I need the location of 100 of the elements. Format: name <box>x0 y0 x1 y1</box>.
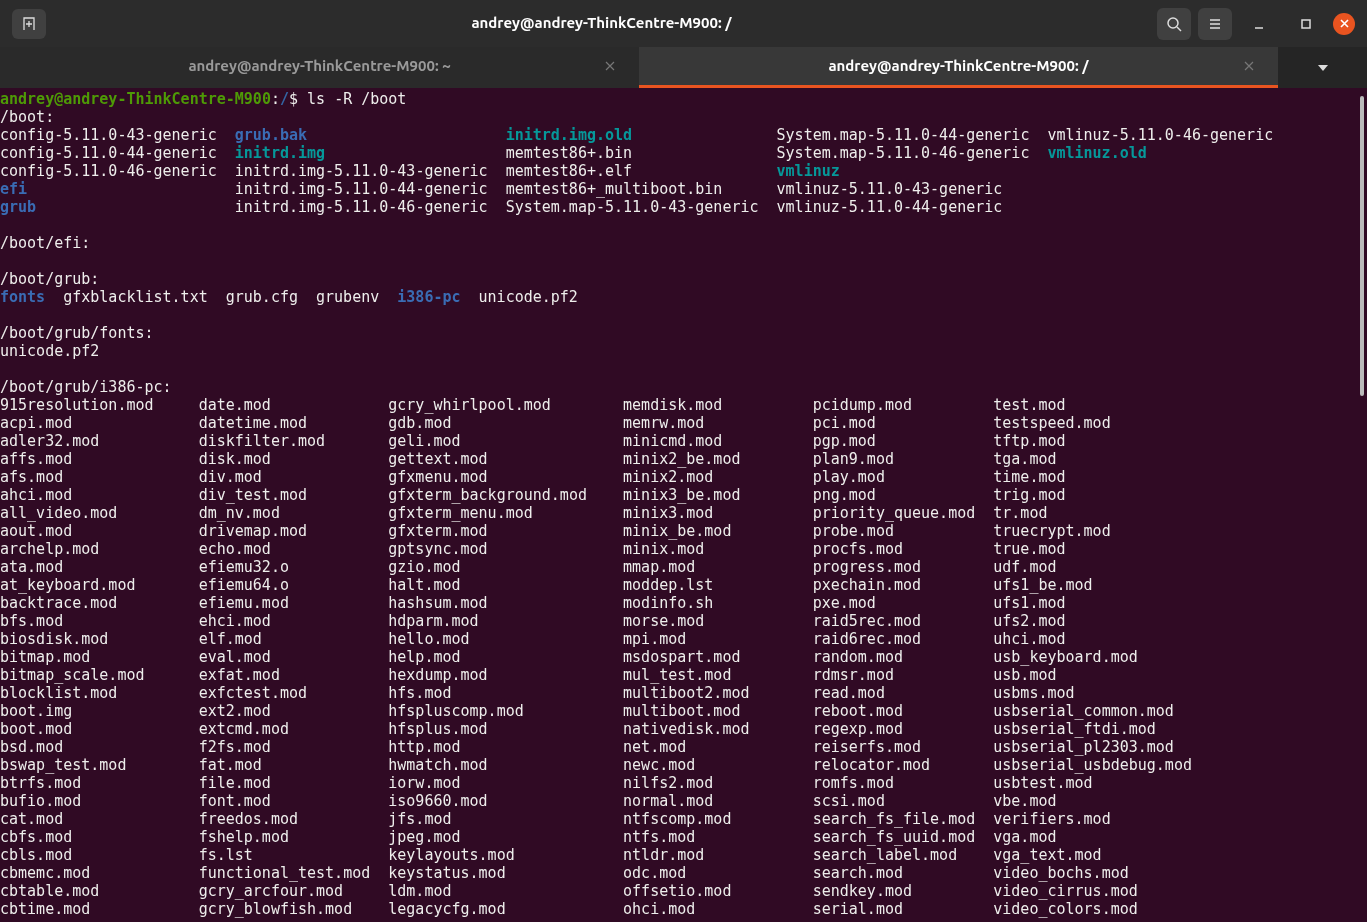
file-name: newc.mod <box>623 756 696 774</box>
output-line: /boot/grub: <box>0 270 100 288</box>
file-name: ufs1.mod <box>993 594 1066 612</box>
file-name: div.mod <box>198 468 262 486</box>
file-name: div_test.mod <box>198 486 308 504</box>
file-name: drivemap.mod <box>198 522 308 540</box>
directory-name: efi <box>0 180 28 198</box>
file-name: extcmd.mod <box>198 720 289 738</box>
link-name: initrd.img <box>234 144 326 162</box>
file-name: gcry_blowfish.mod <box>198 900 353 918</box>
file-name: adler32.mod <box>0 432 100 450</box>
file-name: keylayouts.mod <box>388 846 515 864</box>
file-name: gfxterm_menu.mod <box>388 504 533 522</box>
file-name: exfctest.mod <box>198 684 308 702</box>
file-name: fshelp.mod <box>198 828 289 846</box>
file-name: keystatus.mod <box>388 864 506 882</box>
file-name: functional_test.mod <box>198 864 371 882</box>
link-name: vmlinuz <box>776 162 840 180</box>
file-name: probe.mod <box>812 522 894 540</box>
output-line: /boot/grub/fonts: <box>0 324 154 342</box>
file-name: gdb.mod <box>388 414 452 432</box>
file-name: mul_test.mod <box>623 666 732 684</box>
file-name: memtest86+.bin <box>505 144 633 162</box>
file-name: afs.mod <box>0 468 64 486</box>
file-name: gfxmenu.mod <box>388 468 488 486</box>
file-name: search_fs_file.mod <box>812 810 976 828</box>
file-name: multiboot2.mod <box>623 684 750 702</box>
file-name: grub.cfg <box>225 288 298 306</box>
file-name: bitmap_scale.mod <box>0 666 145 684</box>
file-name: play.mod <box>812 468 885 486</box>
file-name: minix2.mod <box>623 468 714 486</box>
file-name: jpeg.mod <box>388 828 461 846</box>
file-name: usbserial_pl2303.mod <box>993 738 1174 756</box>
file-name: biosdisk.mod <box>0 630 109 648</box>
file-name: uhci.mod <box>993 630 1066 648</box>
terminal-tab[interactable]: andrey@andrey-ThinkCentre-M900: / <box>639 47 1278 88</box>
file-name: plan9.mod <box>812 450 894 468</box>
file-name: dm_nv.mod <box>198 504 280 522</box>
file-name: System.map-5.11.0-44-generic <box>776 126 1030 144</box>
search-button[interactable] <box>1157 7 1191 40</box>
file-name: legacycfg.mod <box>388 900 506 918</box>
menu-icon <box>1208 17 1222 30</box>
file-name: hashsum.mod <box>388 594 488 612</box>
file-name: ntldr.mod <box>623 846 705 864</box>
terminal-tab[interactable]: andrey@andrey-ThinkCentre-M900: ~ <box>0 47 639 88</box>
file-name: odc.mod <box>623 864 687 882</box>
file-name: cbls.mod <box>0 846 73 864</box>
file-name: gcry_whirlpool.mod <box>388 396 551 414</box>
file-name: udf.mod <box>993 558 1057 576</box>
file-name: gfxterm_background.mod <box>388 486 587 504</box>
file-name: usbms.mod <box>993 684 1075 702</box>
file-name: random.mod <box>812 648 903 666</box>
file-name: search_label.mod <box>812 846 958 864</box>
file-name: ldm.mod <box>388 882 452 900</box>
dropdown-icon[interactable] <box>1316 63 1329 72</box>
scrollbar-thumb[interactable] <box>1360 96 1364 396</box>
file-name: bufio.mod <box>0 792 82 810</box>
file-name: System.map-5.11.0-46-generic <box>776 144 1030 162</box>
file-name: archelp.mod <box>0 540 100 558</box>
file-name: usbserial_ftdi.mod <box>993 720 1156 738</box>
file-name: normal.mod <box>623 792 714 810</box>
file-name: verifiers.mod <box>993 810 1111 828</box>
file-name: search.mod <box>812 864 903 882</box>
file-name: relocator.mod <box>812 756 931 774</box>
file-name: minix.mod <box>623 540 705 558</box>
file-name: backtrace.mod <box>0 594 118 612</box>
file-name: nativedisk.mod <box>623 720 750 738</box>
file-name: fs.lst <box>198 846 253 864</box>
file-name: minicmd.mod <box>623 432 723 450</box>
menu-button[interactable] <box>1198 7 1232 40</box>
file-name: priority_queue.mod <box>812 504 976 522</box>
file-name: romfs.mod <box>812 774 894 792</box>
search-icon <box>1166 15 1182 32</box>
file-name: acpi.mod <box>0 414 73 432</box>
file-name: memtest86+.elf <box>505 162 633 180</box>
file-name: trig.mod <box>993 486 1066 504</box>
file-name: mmap.mod <box>623 558 696 576</box>
file-name: usb_keyboard.mod <box>993 648 1138 666</box>
file-name: memdisk.mod <box>623 396 723 414</box>
close-icon[interactable] <box>605 61 615 71</box>
output-line: /boot/grub/i386-pc: <box>0 378 172 396</box>
output-line: unicode.pf2 <box>0 342 100 360</box>
file-name: tftp.mod <box>993 432 1066 450</box>
new-tab-button[interactable] <box>12 8 46 39</box>
file-name: efiemu64.o <box>198 576 289 594</box>
file-name: ntfs.mod <box>623 828 696 846</box>
file-name: affs.mod <box>0 450 73 468</box>
directory-name: grub <box>0 198 37 216</box>
file-name: System.map-5.11.0-43-generic <box>505 198 759 216</box>
file-name: vmlinuz-5.11.0-44-generic <box>776 198 1003 216</box>
file-name: boot.mod <box>0 720 73 738</box>
file-name: minix2_be.mod <box>623 450 741 468</box>
file-name: reboot.mod <box>812 702 903 720</box>
file-name: tr.mod <box>993 504 1048 522</box>
close-button[interactable] <box>1333 12 1355 35</box>
file-name: vmlinuz-5.11.0-46-generic <box>1047 126 1274 144</box>
file-name: cat.mod <box>0 810 64 828</box>
link-name: vmlinuz.old <box>1047 144 1147 162</box>
file-name: reiserfs.mod <box>812 738 922 756</box>
close-icon[interactable] <box>1244 61 1254 71</box>
